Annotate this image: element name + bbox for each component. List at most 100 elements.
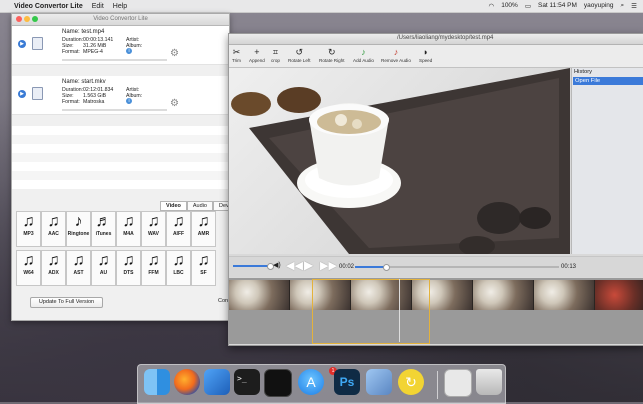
history-panel: History Open File (571, 68, 643, 254)
playhead[interactable] (399, 279, 400, 342)
search-icon[interactable]: ⌕ (621, 2, 625, 10)
file-path: /Users/liaoliang/mydesktop/test.mp4 (397, 35, 494, 41)
timeline-thumbnail (229, 280, 290, 310)
info-icon[interactable]: i (126, 98, 132, 104)
append-button[interactable]: + Append (249, 47, 265, 63)
music-note-icon: ♫ (197, 213, 210, 230)
fast-forward-icon[interactable]: ▶▶ (320, 259, 337, 272)
speed-icon: ◗ (422, 47, 429, 57)
menu-list-icon[interactable]: ☰ (631, 2, 637, 10)
close-button[interactable] (16, 16, 22, 22)
current-time: 00:02 (339, 264, 355, 270)
rotate-right-button[interactable]: ↻ Rotate Right (319, 47, 345, 63)
remove-audio-button[interactable]: ♪ Remove Audio (381, 47, 411, 63)
wifi-icon[interactable]: ◠ (489, 2, 495, 10)
format-w64[interactable]: ♫ W64 (16, 250, 41, 286)
menu-edit[interactable]: Edit (92, 3, 104, 10)
dock-separator (437, 371, 438, 399)
add-audio-button[interactable]: ♪ Add Audio (353, 47, 374, 63)
trim-button[interactable]: ✂ Trim (232, 47, 241, 63)
update-icon[interactable]: ↻ (398, 369, 424, 395)
battery-icon[interactable]: ▭ (525, 2, 531, 10)
selection-range[interactable] (312, 279, 430, 344)
gear-icon[interactable]: ⚙ (170, 48, 179, 59)
clock-label[interactable]: Sat 11:54 PM (538, 2, 577, 10)
format-grid: ♫ MP3 ♫ AAC ♪ Ringtone ♬ iTunes ♫ M4A ♫ WAV ♫ A… (16, 211, 228, 296)
volume-slider[interactable] (233, 265, 269, 267)
seek-knob[interactable] (382, 264, 390, 271)
menu-app-name[interactable]: Video Convertor Lite (14, 3, 83, 10)
play-button[interactable]: ▶ (304, 258, 313, 272)
firefox-icon[interactable] (174, 369, 200, 395)
history-item-open-file[interactable]: Open File (573, 77, 643, 85)
music-note-icon: ♫ (197, 252, 210, 269)
trim-icon: ✂ (232, 47, 241, 57)
video-preview (229, 68, 570, 254)
format-aiff[interactable]: ♫ AIFF (166, 211, 191, 247)
video-convertor-window: Video Convertor Lite ▶ Name: test.mp4 Du… (11, 13, 235, 321)
timeline[interactable] (229, 278, 643, 344)
menu-help[interactable]: Help (113, 3, 127, 10)
tab-audio[interactable]: Audio (186, 201, 213, 211)
play-icon[interactable]: ▶ (18, 40, 26, 48)
plus-icon: + (254, 47, 260, 57)
tab-video[interactable]: Video (160, 201, 187, 211)
rotate-right-icon: ↻ (328, 47, 336, 57)
seek-progress (355, 266, 386, 268)
photoshop-icon[interactable]: Ps (334, 369, 360, 395)
remove-audio-icon: ♪ (393, 47, 399, 57)
menu-extras: ◠ 100% ▭ Sat 11:54 PM yaoyuping ⌕ ☰ (489, 2, 637, 10)
activity-monitor-icon[interactable] (264, 369, 292, 397)
battery-label: 100% (501, 2, 518, 9)
playback-controls: ◀) ◀◀ ▶ ▶▶ 00:02 00:13 (229, 256, 643, 277)
minimize-button[interactable] (24, 16, 30, 22)
preview-icon[interactable] (366, 369, 392, 395)
format-aac[interactable]: ♫ AAC (41, 211, 66, 247)
music-note-icon: ♫ (172, 213, 185, 230)
speed-button[interactable]: ◗ Speed (419, 47, 432, 63)
user-label[interactable]: yaoyuping (584, 2, 614, 10)
app-store-icon[interactable]: A (298, 369, 324, 395)
format-dts[interactable]: ♫ DTS (116, 250, 141, 286)
zoom-button[interactable] (32, 16, 38, 22)
format-line: Format: Matroska (62, 99, 105, 105)
rewind-icon[interactable]: ◀◀ (286, 259, 303, 272)
file-row[interactable]: ▶ Name: start.mkv Duration:02:12:01.834 … (12, 76, 229, 115)
window-title: Video Convertor Lite (12, 14, 229, 26)
format-sf[interactable]: ♫ SF (191, 250, 216, 286)
terminal-icon[interactable]: >_ (234, 369, 260, 395)
format-au[interactable]: ♫ AU (91, 250, 116, 286)
image-capture-icon[interactable] (444, 369, 472, 397)
update-full-version-button[interactable]: Update To Full Version (30, 297, 103, 308)
format-m4a[interactable]: ♫ M4A (116, 211, 141, 247)
file-row[interactable]: ▶ Name: test.mp4 Duration:00:00:13.141 S… (12, 26, 229, 65)
music-note-icon: ♬ (95, 213, 112, 230)
xcode-icon[interactable] (204, 369, 230, 395)
music-note-icon: ♫ (22, 213, 35, 230)
trash-icon[interactable] (476, 369, 502, 395)
crop-icon: ⌗ (272, 47, 278, 57)
gear-icon[interactable]: ⚙ (170, 98, 179, 109)
crop-button[interactable]: ⌗ crop (271, 47, 280, 63)
format-ffm[interactable]: ♫ FFM (141, 250, 166, 286)
format-itunes[interactable]: ♬ iTunes (91, 211, 116, 247)
history-title: History (574, 69, 593, 75)
format-line: Format: MPEG-4 (62, 49, 103, 55)
rotate-left-button[interactable]: ↺ Rotate Left (288, 47, 310, 63)
format-ast[interactable]: ♫ AST (66, 250, 91, 286)
progress-bar (62, 59, 167, 61)
format-ringtone[interactable]: ♪ Ringtone (66, 211, 91, 247)
music-note-icon: ♫ (22, 252, 35, 269)
format-mp3[interactable]: ♫ MP3 (16, 211, 41, 247)
info-icon[interactable]: i (126, 48, 132, 54)
speaker-icon[interactable]: ◀) (273, 261, 281, 269)
format-amr[interactable]: ♫ AMR (191, 211, 216, 247)
format-adx[interactable]: ♫ ADX (41, 250, 66, 286)
music-note-icon: ♫ (47, 213, 60, 230)
file-name: Name: test.mp4 (62, 29, 105, 35)
format-wav[interactable]: ♫ WAV (141, 211, 166, 247)
format-lbc[interactable]: ♫ LBC (166, 250, 191, 286)
finder-icon[interactable] (144, 369, 170, 395)
play-icon[interactable]: ▶ (18, 90, 26, 98)
music-note-icon: ♫ (172, 252, 185, 269)
